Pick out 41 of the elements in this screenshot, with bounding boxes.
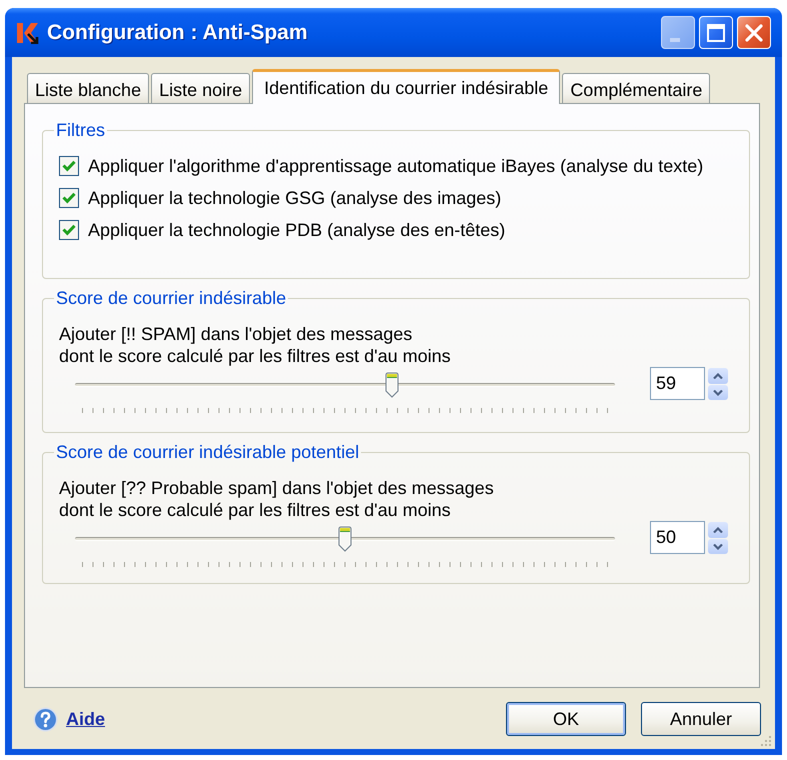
chevron-up-icon bbox=[713, 373, 723, 379]
minimize-icon bbox=[670, 38, 680, 42]
dialog-button[interactable]: OK bbox=[506, 702, 626, 736]
resize-grip-icon[interactable] bbox=[760, 735, 772, 747]
spin-down-button[interactable] bbox=[708, 539, 728, 554]
chevron-down-icon bbox=[713, 390, 723, 396]
slider-thumb[interactable] bbox=[338, 526, 352, 552]
checkbox-label[interactable]: Appliquer la technologie GSG (analyse des images) bbox=[88, 188, 502, 208]
chevron-up-icon bbox=[713, 527, 723, 533]
checkbox-label[interactable]: Appliquer l'algorithme d'apprentissage automatique iBayes (analyse du texte) bbox=[88, 156, 704, 176]
checkbox-label[interactable]: Appliquer la technologie PDB (analyse des en-têtes) bbox=[88, 220, 506, 240]
description-text: Ajouter [!! SPAM] dans l'objet des messages dont le score calculé par les filtres est d'au moins bbox=[59, 323, 451, 367]
spin-down-button[interactable] bbox=[708, 385, 728, 400]
slider-thumb[interactable] bbox=[385, 372, 400, 398]
group-title: Filtres bbox=[55, 120, 106, 140]
tab[interactable]: Identification du courrier indésirable bbox=[252, 69, 560, 104]
close-button[interactable] bbox=[737, 16, 771, 49]
help-link[interactable]: Aide bbox=[66, 706, 106, 732]
spin-up-button[interactable] bbox=[708, 522, 728, 538]
score-input[interactable]: 59 bbox=[650, 367, 705, 400]
tab[interactable]: Liste noire bbox=[151, 73, 250, 103]
slider-track[interactable] bbox=[75, 372, 615, 398]
tab[interactable]: Liste blanche bbox=[27, 73, 150, 103]
maximize-icon bbox=[707, 24, 725, 42]
close-icon bbox=[745, 24, 763, 42]
help-icon[interactable] bbox=[33, 706, 58, 732]
group-title: Score de courrier indésirable bbox=[55, 288, 288, 308]
window-title: Configuration : Anti-Spam bbox=[47, 20, 308, 44]
app-logo-icon bbox=[16, 22, 40, 44]
tab[interactable]: Complémentaire bbox=[562, 73, 710, 103]
spin-up-button[interactable] bbox=[708, 368, 728, 384]
chevron-down-icon bbox=[713, 544, 723, 550]
checkbox[interactable] bbox=[59, 188, 79, 208]
group-title: Score de courrier indésirable potentiel bbox=[55, 442, 360, 462]
slider-track[interactable] bbox=[75, 526, 615, 552]
maximize-button[interactable] bbox=[699, 16, 733, 49]
checkbox[interactable] bbox=[59, 156, 79, 176]
dialog-button[interactable]: Annuler bbox=[641, 702, 761, 736]
score-input[interactable]: 50 bbox=[650, 521, 705, 554]
description-text: Ajouter [?? Probable spam] dans l'objet des messages dont le score calculé par les filtres est d'au moins bbox=[59, 477, 494, 521]
checkbox[interactable] bbox=[59, 220, 79, 240]
